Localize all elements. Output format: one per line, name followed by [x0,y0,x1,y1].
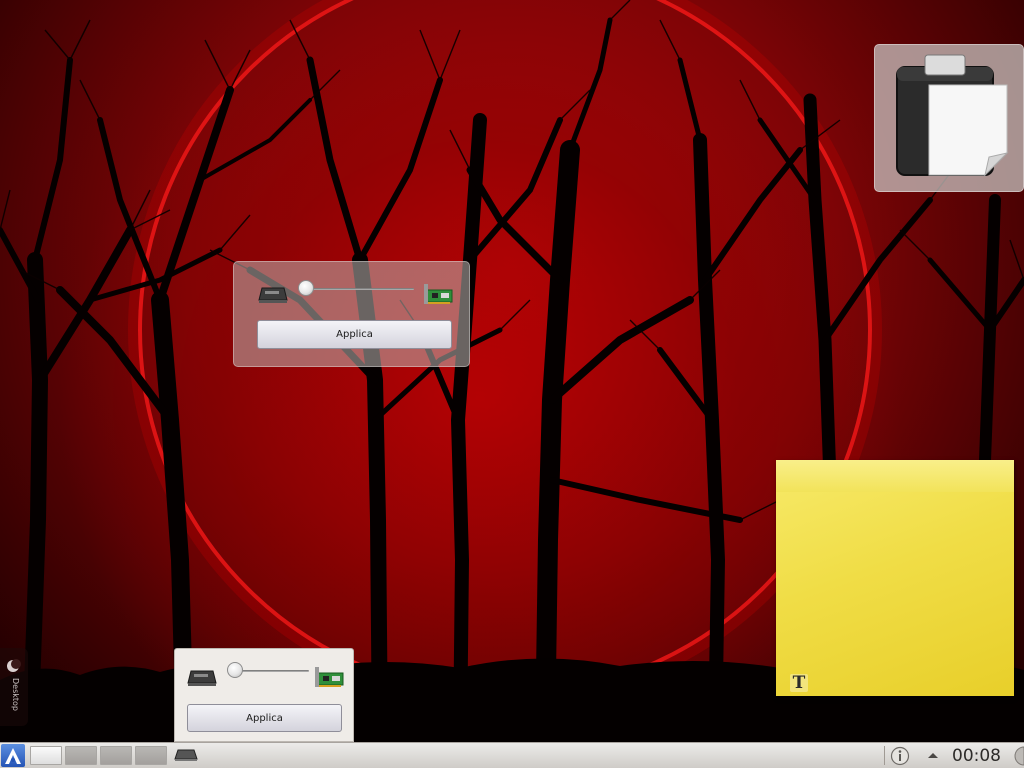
virtual-desktop-4[interactable] [135,746,167,765]
dashboard-half-circle-icon[interactable] [1008,746,1024,766]
virtual-desktop-3[interactable] [100,746,132,765]
apply-button[interactable]: Applica [187,704,342,732]
notifications-icon[interactable] [890,746,910,766]
slider-track[interactable] [233,670,309,672]
application-launcher-button[interactable] [1,744,25,767]
kde-launcher-icon [5,747,21,764]
show-hidden-icons-arrow[interactable] [926,750,940,760]
slider-handle[interactable] [227,662,243,678]
plasma-toolbox-icon [7,659,21,672]
slider-widget-floating: Applica [233,261,470,367]
slider-track[interactable] [304,288,414,290]
slider-handle[interactable] [298,280,314,296]
clipboard-widget[interactable] [874,44,1024,192]
hard-disk-icon [187,670,217,686]
toolbox-label: Desktop [11,678,20,711]
virtual-desktop-2[interactable] [65,746,97,765]
sticky-note-widget[interactable]: T [776,460,1014,696]
hard-disk-icon[interactable] [174,747,198,763]
font-format-icon[interactable]: T [790,674,808,692]
clock[interactable]: 00:08 [952,745,1001,767]
taskbar: 00:08 [0,742,1024,768]
apply-button[interactable]: Applica [257,320,452,349]
network-card-icon [424,284,453,304]
slider-widget-panel: Applica [174,648,354,742]
clipboard-icon [896,54,1009,177]
desktop-toolbox[interactable]: Desktop [0,648,28,726]
virtual-desktop-1[interactable] [30,746,62,765]
network-card-icon [315,667,344,687]
hard-disk-icon [258,287,288,303]
tray-separator [884,746,885,765]
